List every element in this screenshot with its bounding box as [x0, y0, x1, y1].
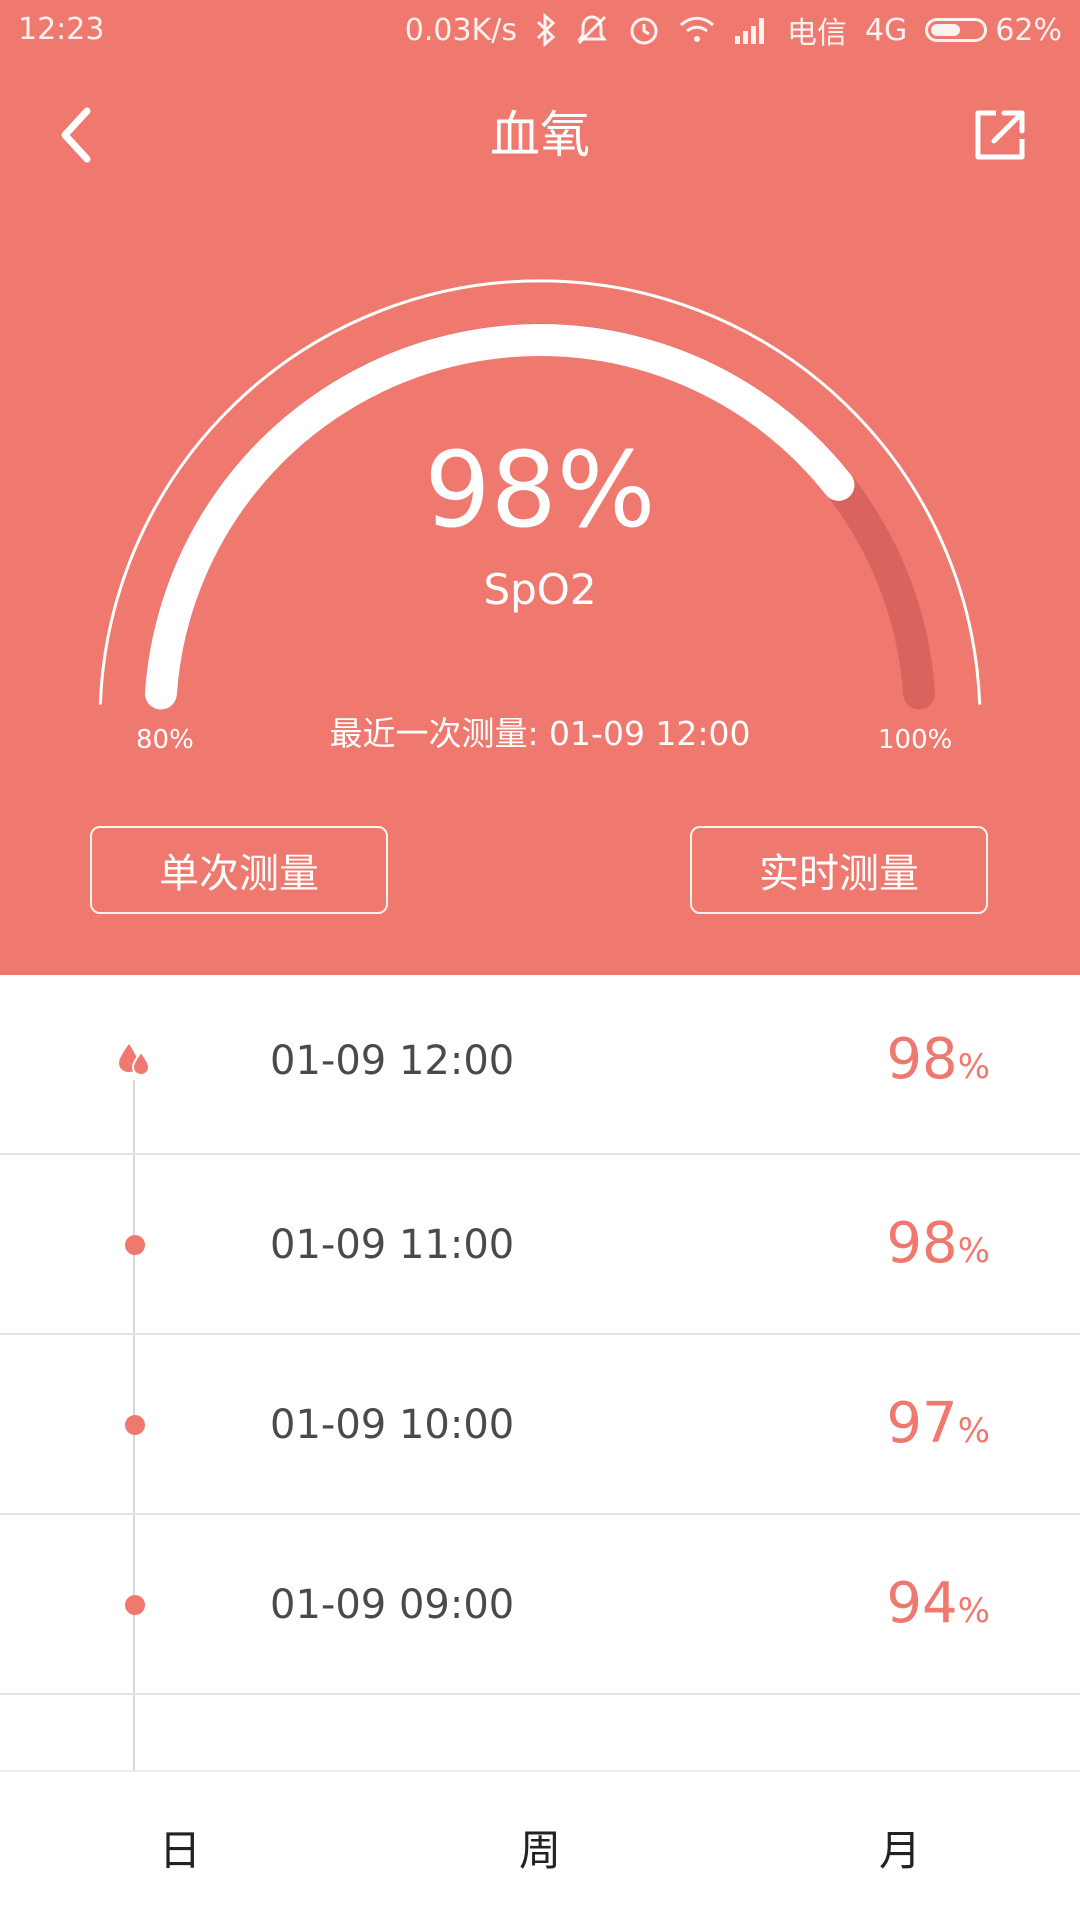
period-tabbar: 日 周 月 — [0, 1770, 1080, 1920]
record-value-number: 98 — [886, 1027, 958, 1092]
single-measure-button[interactable]: 单次测量 — [90, 826, 388, 914]
record-value: 94% — [886, 1569, 990, 1646]
timeline-dot — [115, 1585, 155, 1625]
record-time: 01-09 09:00 — [270, 1582, 515, 1628]
record-value-unit: % — [957, 1231, 990, 1271]
record-value: 97% — [886, 1389, 990, 1466]
record-value: 98% — [886, 1025, 990, 1102]
timeline-dot — [115, 1225, 155, 1265]
record-time: 01-09 12:00 — [270, 1038, 515, 1084]
record-value-number: 97 — [886, 1391, 958, 1456]
tab-month[interactable]: 月 — [720, 1772, 1080, 1922]
record-value: 98% — [886, 1209, 990, 1286]
blood-drop-icon — [115, 1040, 155, 1080]
spo2-label: SpO2 — [483, 565, 597, 614]
spo2-value: 98% — [424, 429, 656, 551]
record-value-number: 98 — [886, 1211, 958, 1276]
tab-day[interactable]: 日 — [0, 1772, 360, 1922]
tab-week[interactable]: 周 — [360, 1772, 720, 1922]
record-time: 01-09 11:00 — [270, 1222, 515, 1268]
list-item[interactable]: 01-09 10:00 97% — [0, 1335, 1080, 1515]
record-value-unit: % — [957, 1591, 990, 1631]
record-time: 01-09 10:00 — [270, 1402, 515, 1448]
record-value-number: 94 — [886, 1571, 958, 1636]
list-item[interactable]: 01-09 12:00 98% — [0, 975, 1080, 1155]
realtime-measure-button[interactable]: 实时测量 — [690, 826, 988, 914]
header-panel: 12:23 0.03K/s 电信 4G 62% 血氧 98% SpO2 80% … — [0, 0, 1080, 975]
record-value-unit: % — [957, 1047, 990, 1087]
list-item[interactable]: 01-09 11:00 98% — [0, 1155, 1080, 1335]
list-item[interactable]: 01-09 09:00 94% — [0, 1515, 1080, 1695]
record-list[interactable]: 01-09 12:00 98% 01-09 11:00 98% 01-09 10… — [0, 975, 1080, 1770]
last-measurement: 最近一次测量: 01-09 12:00 — [329, 714, 751, 753]
timeline-dot — [115, 1405, 155, 1445]
record-value-unit: % — [957, 1411, 990, 1451]
